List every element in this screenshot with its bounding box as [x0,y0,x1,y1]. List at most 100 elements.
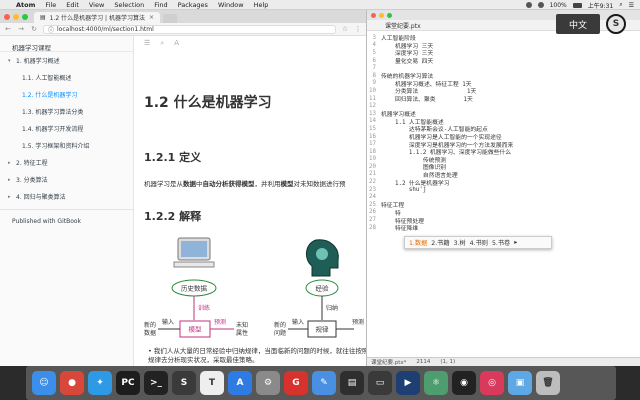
new-data-label: 新的 [144,321,156,329]
menu-file[interactable]: File [45,1,56,9]
menu-packages[interactable]: Packages [178,1,208,9]
book-title[interactable]: 机器学习课程 [0,36,133,52]
sidebar-item-algorithm-classes[interactable]: 1.3. 机器学习算法分类 [0,103,133,120]
dock-finder-icon[interactable]: ☺ [32,371,56,395]
sidebar-item-feature-engineering[interactable]: ▸ 2. 特征工程 [0,154,133,171]
address-row: ← → ↻ ⓘ localhost:4000/ml/section1.html … [0,23,366,36]
menu-view[interactable]: View [89,1,104,9]
ime-candidate[interactable]: 5.书卷 [492,238,510,247]
dock-gitkraken-icon[interactable]: G [284,371,308,395]
paragraph-text: 机器学习是从 [144,180,183,188]
sidebar-item-regression-clustering[interactable]: ▸ 4. 回归与聚类算法 [0,188,133,205]
ime-candidate[interactable]: 1.数据 [409,238,427,247]
menu-app-name[interactable]: Atom [16,1,35,9]
editor-line[interactable]: 25 特征工程 [367,201,640,210]
menu-window[interactable]: Window [218,1,244,9]
info-icon[interactable]: ⓘ [48,25,54,34]
sidebar-item-what-is-ml[interactable]: 1.2. 什么是机器学习 [0,86,133,103]
dock-atom-icon[interactable]: ⚛ [424,371,448,395]
editor-line[interactable]: 11 回归算法、聚类 1天 [367,95,640,104]
minimize-window-button[interactable] [13,13,19,20]
browser-menu-icon[interactable]: ⋮ [354,25,362,33]
font-settings-icon[interactable]: A [174,39,179,47]
editor-line[interactable]: 24 [367,193,640,201]
menu-toggle-icon[interactable]: ☰ [144,39,150,47]
search-icon[interactable]: ⌕ [619,1,622,9]
editor-close-button[interactable] [371,12,376,18]
menu-selection[interactable]: Selection [114,1,144,9]
sidebar-item-classification[interactable]: ▸ 3. 分类算法 [0,171,133,188]
predict-label: 预测 [214,318,226,326]
dock: ☺ ● ✦ PC >_ S T A ⚙ G ✎ ▤ ▭ ▶ ⚛ ◉ ◎ ▣ 🗑 [26,366,616,400]
ime-candidate[interactable]: 3.树 [454,238,466,247]
sidebar-item-ai-overview[interactable]: 1.1. 人工智能概述 [0,69,133,86]
wifi-icon[interactable] [537,2,544,8]
line-number: 9 [372,80,377,87]
back-icon[interactable]: ← [4,25,12,33]
dock-folder-icon[interactable]: ▣ [508,371,532,395]
browser-tab[interactable]: ▤ 1.2 什么是机器学习 | 机器学习算法 × [34,12,160,23]
status-filename[interactable]: 课堂纪要.ptx* [371,358,406,366]
sidebar-item-ml-overview[interactable]: ▾ 1. 机器学习概述 [0,52,133,69]
caret-right-icon[interactable]: ▸ [8,177,16,183]
status-cursor-position[interactable]: (1, 1) [440,359,455,365]
input-method-indicator[interactable]: 中文 [556,14,600,34]
menu-find[interactable]: Find [154,1,167,9]
new-problem-label: 新的 [274,321,286,329]
editor-text-area[interactable]: 3 人工智能阶段 4 机器学习 三天 5 深度学习 三天 6 量化交易 四天 7 8 传统的机… [367,34,640,233]
clock[interactable]: 上午9:31 [588,1,613,10]
bookmark-star-icon[interactable]: ☆ [341,25,349,33]
line-number: 15 [369,125,376,132]
new-problem-label-2: 问题 [274,329,286,337]
dock-trash-icon[interactable]: 🗑 [536,371,560,395]
dock-typora-icon[interactable]: T [200,371,224,395]
dock-pycharm-icon[interactable]: PC [116,371,140,395]
ime-next-page-icon[interactable]: ▸ [514,239,517,246]
dock-quicktime-icon[interactable]: ▶ [396,371,420,395]
menu-edit[interactable]: Edit [66,1,79,9]
dock-safari-icon[interactable]: ✦ [88,371,112,395]
menu-list-icon[interactable]: ☰ [629,2,634,9]
menu-help[interactable]: Help [254,1,269,9]
gitbook-link[interactable]: Published with GitBook [0,214,133,228]
sidebar-item-frameworks[interactable]: 1.5. 学习框架和资料介绍 [0,137,133,154]
sidebar-item-dev-process[interactable]: 1.4. 机器学习开发流程 [0,120,133,137]
line-number: 11 [369,95,376,102]
tab-close-icon[interactable]: × [149,14,154,21]
sogou-ime-icon[interactable]: S [606,14,626,34]
editor-line[interactable]: 23 shu'j [367,186,640,194]
dock-system-prefs-icon[interactable]: ⚙ [256,371,280,395]
ime-candidate[interactable]: 4.书则 [470,238,488,247]
dock-lips-icon[interactable]: ◎ [480,371,504,395]
sidebar-item-label: 1.2. 什么是机器学习 [22,92,78,99]
caret-right-icon[interactable]: ▸ [8,194,16,200]
forward-icon[interactable]: → [17,25,25,33]
dock-keynote-icon[interactable]: ▭ [368,371,392,395]
dock-editor-icon[interactable]: ✎ [312,371,336,395]
editor-minimize-button[interactable] [379,12,384,18]
dock-obs-icon[interactable]: ◉ [452,371,476,395]
zoom-window-button[interactable] [22,13,28,20]
dock-appstore-icon[interactable]: A [228,371,252,395]
editor-line[interactable]: 6 量化交易 四天 [367,57,640,66]
caret-down-icon[interactable]: ▾ [8,58,16,64]
reload-icon[interactable]: ↻ [30,25,38,33]
editor-line[interactable]: 22 1.2 什么是机器学习 [367,178,640,187]
close-window-button[interactable] [4,13,10,20]
search-icon[interactable]: ⌕ [160,39,164,48]
editor-line[interactable]: 28 特征降维 [367,224,640,233]
status-char-count: 2114 [416,359,431,365]
dock-terminal-icon[interactable]: >_ [144,371,168,395]
editor-zoom-button[interactable] [387,12,392,18]
dock-sublime-icon[interactable]: S [172,371,196,395]
battery-icon[interactable] [572,2,582,8]
caret-right-icon[interactable]: ▸ [8,160,16,166]
new-tab-button[interactable] [163,14,177,23]
status-app-icon[interactable] [525,2,532,8]
ime-candidate[interactable]: 2.书籍 [431,238,449,247]
page-title: 1.2 什么是机器学习 [144,95,272,111]
dock-activity-icon[interactable]: ▤ [340,371,364,395]
dock-chrome-icon[interactable]: ● [60,371,84,395]
sidebar-item-label: 4. 回归与聚类算法 [16,194,66,201]
address-bar[interactable]: ⓘ localhost:4000/ml/section1.html [43,24,336,34]
